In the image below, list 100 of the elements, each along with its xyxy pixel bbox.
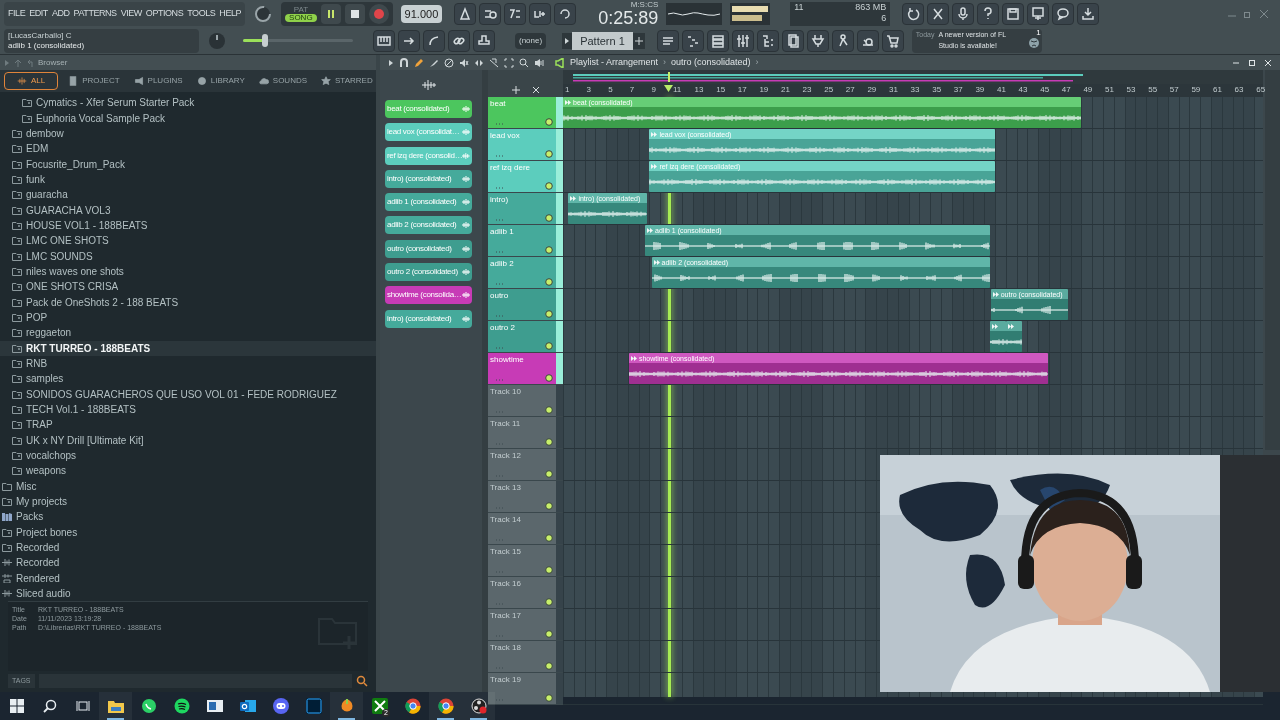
bar-number: 15 bbox=[716, 84, 726, 96]
browser-item[interactable]: EDM bbox=[0, 141, 376, 157]
browser-tab[interactable]: STARRED bbox=[317, 72, 377, 90]
panel-title: Browser bbox=[38, 56, 68, 69]
track-name: adlib 2 bbox=[490, 258, 514, 270]
track-header[interactable]: Track 17 bbox=[488, 609, 556, 641]
bar-number: 41 bbox=[997, 84, 1006, 96]
bar-number: 35 bbox=[932, 84, 942, 96]
track-header[interactable]: Track 15 bbox=[488, 545, 556, 577]
browser-item[interactable]: Recorded bbox=[0, 539, 376, 556]
track-name: showtime bbox=[490, 354, 524, 366]
window-title: Playlist - Arrangement bbox=[570, 55, 659, 69]
track-header[interactable]: showtime bbox=[488, 353, 556, 385]
menu-item[interactable]: PATTERNS bbox=[73, 7, 117, 21]
breadcrumb-separator: › bbox=[663, 55, 667, 69]
tempo-field[interactable]: 91.000 bbox=[400, 4, 443, 23]
track-header[interactable]: Track 19 bbox=[488, 673, 556, 705]
browser-tab[interactable]: LIBRARY bbox=[192, 72, 249, 90]
browser-item[interactable]: Pack de OneShots 2 - 188 BEATS bbox=[0, 294, 376, 310]
browser-item[interactable]: Sliced audio bbox=[0, 586, 376, 597]
menu-item[interactable]: EDIT bbox=[29, 7, 48, 21]
bar-number: 1 bbox=[565, 84, 570, 96]
browser-item[interactable]: funk bbox=[0, 171, 376, 188]
browser-item[interactable]: niles waves one shots bbox=[0, 263, 376, 280]
browser-item[interactable]: TECH Vol.1 - 188BEATS bbox=[0, 401, 376, 418]
mode-toggle[interactable]: SONG bbox=[285, 13, 317, 22]
browser-item[interactable]: reggaeton bbox=[0, 325, 376, 341]
timeline-ruler[interactable]: 1 3 5 7 9 11 13 15 17 19 21 23 25 27 29 31 33 35 37 39 41 43 45 47 49 51 53 55 57 59 61 63 65 bbox=[563, 84, 1263, 97]
browser-item[interactable]: Misc bbox=[0, 478, 376, 494]
pattern-selector[interactable]: Pattern 1 bbox=[572, 31, 633, 50]
track-name: Track 15 bbox=[490, 546, 521, 558]
track-name: intro) bbox=[490, 194, 509, 206]
browser-item[interactable]: Rendered bbox=[0, 570, 376, 586]
track-name: Track 14 bbox=[490, 514, 521, 526]
browser-item[interactable]: Packs bbox=[0, 509, 376, 525]
browser-item[interactable]: POP bbox=[0, 309, 376, 326]
browser-item[interactable]: Recorded bbox=[0, 555, 376, 571]
track-header[interactable]: Track 10 bbox=[488, 385, 556, 417]
browser-item[interactable]: My projects bbox=[0, 493, 376, 510]
browser-tab[interactable]: ALL bbox=[4, 72, 59, 90]
browser-item[interactable]: GUARACHA VOL3 bbox=[0, 202, 376, 218]
track-name: Track 16 bbox=[490, 578, 521, 590]
bar-number: 23 bbox=[802, 84, 812, 96]
browser-item[interactable]: LMC ONE SHOTS bbox=[0, 233, 376, 249]
bar-number: 45 bbox=[1040, 84, 1050, 96]
browser-item[interactable]: vocalchops bbox=[0, 447, 376, 464]
track-name: Track 11 bbox=[490, 418, 521, 430]
menu-item[interactable]: ADD bbox=[51, 7, 70, 21]
bar-number: 17 bbox=[737, 84, 747, 96]
track-name: beat bbox=[490, 98, 506, 110]
bar-number: 27 bbox=[845, 84, 855, 96]
browser-tab[interactable]: SOUNDS bbox=[254, 72, 312, 90]
menu-item[interactable]: HELP bbox=[219, 7, 242, 21]
bar-number: 49 bbox=[1083, 84, 1093, 96]
track-name: Track 10 bbox=[490, 386, 521, 398]
track-header[interactable]: Track 16 bbox=[488, 577, 556, 609]
browser-item[interactable]: Euphoria Vocal Sample Pack bbox=[0, 110, 376, 126]
browser-item[interactable]: dembow bbox=[0, 125, 376, 142]
browser-item[interactable]: LMC SOUNDS bbox=[0, 248, 376, 264]
menu-item[interactable]: TOOLS bbox=[187, 7, 216, 21]
track-header[interactable]: Track 18 bbox=[488, 641, 556, 673]
menu-item[interactable]: OPTIONS bbox=[145, 7, 184, 21]
bar-number: 47 bbox=[1061, 84, 1071, 96]
browser-item[interactable]: Project bones bbox=[0, 524, 376, 540]
browser-item[interactable]: samples bbox=[0, 371, 376, 387]
channel-dropdown[interactable]: (none) bbox=[515, 32, 547, 49]
browser-item[interactable]: UK x NY Drill [Ultimate Kit] bbox=[0, 432, 376, 448]
browser-item[interactable]: SONIDOS GUARACHEROS QUE USO VOL 01 - FEDE RODRIGUEZ bbox=[0, 386, 376, 402]
browser-item[interactable]: Focusrite_Drum_Pack bbox=[0, 156, 376, 172]
bar-number: 7 bbox=[629, 84, 635, 96]
bar-number: 33 bbox=[910, 84, 920, 96]
bar-number: 11 bbox=[673, 84, 682, 96]
cpu-reading: 11 bbox=[794, 1, 804, 13]
browser-item[interactable]: ONE SHOTS CRISA bbox=[0, 279, 376, 295]
memory-reading: 863 MB bbox=[855, 1, 887, 13]
browser-item[interactable]: RKT TURREO - 188BEATS bbox=[0, 340, 376, 356]
track-header[interactable]: Track 14 bbox=[488, 513, 556, 545]
clip-source[interactable]: showtime (consolida… bbox=[385, 286, 472, 305]
mode-toggle[interactable]: PAT bbox=[289, 5, 312, 14]
menu-item[interactable]: FILE bbox=[8, 7, 26, 21]
track-header[interactable]: Track 11 bbox=[488, 417, 556, 449]
bar-number: 21 bbox=[781, 84, 790, 96]
bar-number: 63 bbox=[1234, 84, 1244, 96]
browser-item[interactable]: TRAP bbox=[0, 417, 376, 433]
menu-item[interactable]: VIEW bbox=[120, 7, 142, 21]
browser-item[interactable]: guaracha bbox=[0, 187, 376, 203]
track-header[interactable]: Track 13 bbox=[488, 481, 556, 513]
hint-text: [LucasCarballo] C bbox=[8, 30, 73, 41]
bar-number: 61 bbox=[1213, 84, 1222, 96]
breadcrumb-item[interactable]: outro (consolidated) bbox=[671, 55, 751, 70]
browser-tab[interactable]: PLUGINS bbox=[129, 72, 187, 90]
browser-item[interactable]: HOUSE VOL1 - 188BEATS bbox=[0, 217, 376, 234]
browser-item[interactable]: weapons bbox=[0, 463, 376, 479]
hint-text: adlib 1 (consolidated) bbox=[8, 40, 86, 51]
browser-item[interactable]: RNB bbox=[0, 355, 376, 372]
browser-tab[interactable]: PROJECT bbox=[64, 72, 124, 90]
browser-item[interactable]: Cymatics - Xfer Serum Starter Pack bbox=[0, 95, 376, 111]
track-name: Track 17 bbox=[490, 610, 521, 622]
news-count: 1 bbox=[1036, 28, 1041, 37]
track-header[interactable]: Track 12 bbox=[488, 449, 556, 481]
